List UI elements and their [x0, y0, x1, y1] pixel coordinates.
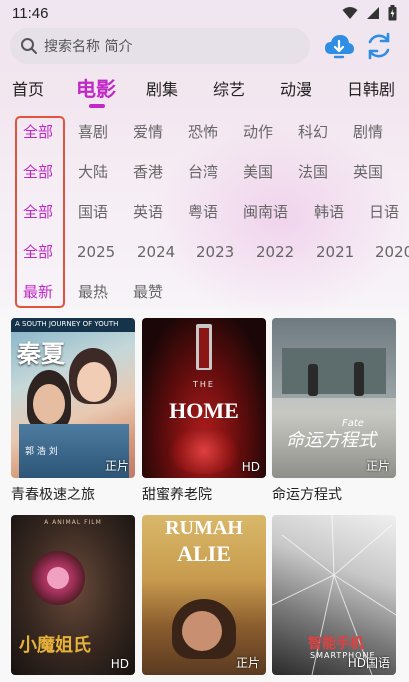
poster-title: 小魔姐氏	[19, 635, 91, 656]
tab-jk-drama[interactable]: 日韩剧	[347, 76, 395, 100]
wifi-icon	[342, 7, 358, 19]
filter-year-item[interactable]: 2020	[375, 237, 409, 267]
filter-genre-item[interactable]: 剧情	[353, 117, 383, 147]
poster-subtitle: ALIE	[177, 541, 231, 566]
poster-tagline: A ANIMAL FILM	[44, 519, 102, 526]
tab-anime[interactable]: 动漫	[280, 76, 312, 100]
tab-series[interactable]: 剧集	[146, 76, 178, 100]
filter-region-item[interactable]: 美国	[243, 157, 273, 187]
poster-title: HOME	[169, 398, 239, 423]
filter-genre-item[interactable]: 爱情	[133, 117, 163, 147]
poster-title: 智能手机	[308, 636, 364, 652]
search-row: 搜索名称 简介	[0, 28, 409, 66]
filter-region-item[interactable]: 香港	[133, 157, 163, 187]
filter-sort-hottest[interactable]: 最热	[78, 277, 108, 307]
search-icon	[21, 38, 37, 54]
refresh-icon[interactable]	[363, 30, 395, 62]
tab-variety[interactable]: 综艺	[213, 76, 245, 100]
filter-genre-item[interactable]: 动作	[243, 117, 273, 147]
poster-tagline: A SOUTH JOURNEY OF YOUTH	[15, 320, 119, 328]
quality-badge: HD国语	[347, 656, 390, 670]
movie-poster[interactable]: RUMAH ALIE 正片	[142, 515, 266, 675]
movie-title[interactable]: 青春极速之旅	[11, 484, 95, 504]
filter-language-item[interactable]: 粤语	[188, 197, 218, 227]
filter-year-item[interactable]: 2022	[256, 237, 294, 267]
poster-title: RUMAH	[165, 517, 243, 539]
quality-badge: 正片	[104, 459, 129, 473]
search-input[interactable]: 搜索名称 简介	[10, 28, 310, 64]
battery-icon	[388, 5, 397, 21]
category-tabs: 首页 电影 剧集 综艺 动漫 日韩剧	[0, 70, 409, 110]
quality-badge: 正片	[235, 656, 260, 670]
movie-title[interactable]: 甜蜜养老院	[142, 484, 212, 504]
poster-title: 秦夏	[17, 340, 65, 368]
active-tab-indicator	[89, 104, 105, 108]
quality-badge: HD	[241, 460, 260, 474]
filter-region-item[interactable]: 台湾	[188, 157, 218, 187]
filter-sort-top-rated[interactable]: 最赞	[133, 277, 163, 307]
movie-poster[interactable]: 智能手机 SMARTPHONE HD国语	[272, 515, 396, 675]
quality-badge: 正片	[365, 459, 390, 473]
status-time: 11:46	[12, 4, 49, 22]
movie-poster[interactable]: THE HOME HD	[142, 318, 266, 478]
filter-year-item[interactable]: 2024	[137, 237, 175, 267]
filter-genre-item[interactable]: 喜剧	[78, 117, 108, 147]
quality-badge: HD	[110, 657, 129, 671]
filter-year-item[interactable]: 2025	[77, 237, 115, 267]
tab-home[interactable]: 首页	[12, 76, 44, 100]
filter-region-item[interactable]: 法国	[298, 157, 328, 187]
filter-region-item[interactable]: 大陆	[78, 157, 108, 187]
movie-title[interactable]: 命运方程式	[272, 484, 342, 504]
filter-language-item[interactable]: 韩语	[314, 197, 344, 227]
filter-genre-item[interactable]: 恐怖	[188, 117, 218, 147]
poster-title: 命运方程式	[286, 430, 376, 451]
filter-language-item[interactable]: 国语	[78, 197, 108, 227]
filter-language-item[interactable]: 日语	[369, 197, 399, 227]
movie-poster[interactable]: Fate 命运方程式 正片	[272, 318, 396, 478]
status-icons	[342, 5, 397, 21]
poster-credits: 郭 浩 刘	[25, 447, 58, 457]
filter-language-item[interactable]: 英语	[133, 197, 163, 227]
search-placeholder: 搜索名称 简介	[44, 39, 133, 55]
status-bar: 11:46	[0, 0, 409, 26]
movie-poster[interactable]: A SOUTH JOURNEY OF YOUTH 秦夏 郭 浩 刘 正片	[11, 318, 135, 478]
cloud-download-icon[interactable]	[323, 30, 355, 62]
filter-year-item[interactable]: 2023	[196, 237, 234, 267]
tab-movies[interactable]: 电影	[76, 73, 116, 102]
signal-icon	[367, 7, 379, 19]
poster-small-title: THE	[193, 380, 215, 389]
filter-language-item[interactable]: 闽南语	[243, 197, 288, 227]
movie-poster[interactable]: A ANIMAL FILM 小魔姐氏 HD	[11, 515, 135, 675]
filter-region-item[interactable]: 英国	[353, 157, 383, 187]
filter-year-item[interactable]: 2021	[316, 237, 354, 267]
filter-genre-item[interactable]: 科幻	[298, 117, 328, 147]
selected-filters-highlight	[15, 116, 65, 308]
